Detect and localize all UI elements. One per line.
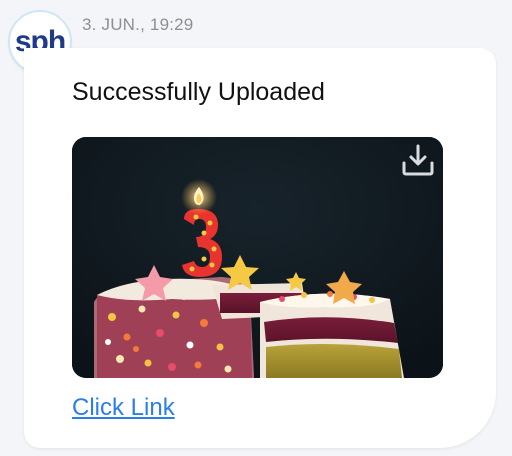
download-icon — [402, 144, 434, 176]
click-link[interactable]: Click Link — [72, 394, 175, 422]
message-timestamp: 3. JUN., 19:29 — [82, 15, 194, 34]
cake-photo — [72, 137, 443, 378]
download-button[interactable] — [399, 141, 437, 179]
message-title: Successfully Uploaded — [72, 78, 325, 106]
chat-message-view: sph 3. JUN., 19:29 Successfully Uploaded — [0, 0, 512, 456]
message-image[interactable] — [72, 137, 443, 378]
